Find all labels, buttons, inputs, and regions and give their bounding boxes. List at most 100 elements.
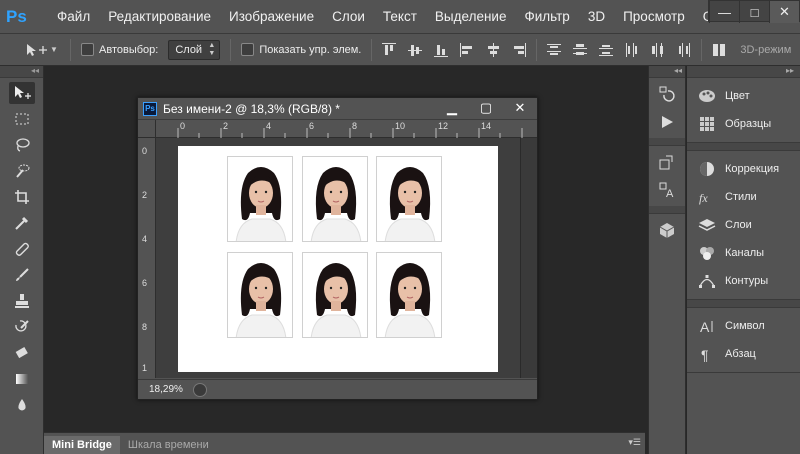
menu-type[interactable]: Текст [374,9,426,24]
menu-select[interactable]: Выделение [426,9,516,24]
distribute-left-icon[interactable] [625,42,639,57]
panel-menu-icon[interactable]: ▾☰ [628,437,641,448]
vertical-scrollbar[interactable] [520,138,537,378]
menu-filter[interactable]: Фильтр [515,9,578,24]
panel-layers[interactable]: Слои [687,211,800,239]
move-tool-preset[interactable]: ▼ [0,42,60,58]
menu-file[interactable]: Файл [48,9,99,24]
eraser-tool-button[interactable] [9,342,35,364]
collapse-dock-icon[interactable]: ▸▸ [687,66,800,78]
zoom-level[interactable]: 18,29% [149,384,183,395]
menu-layers[interactable]: Слои [323,9,374,24]
close-button[interactable]: ✕ [769,1,799,23]
align-hcenter-icon[interactable] [486,42,500,57]
maximize-icon: ▢ [479,100,493,115]
menu-3d[interactable]: 3D [579,9,614,24]
brush-tool-button[interactable] [9,264,35,286]
crop-tool-button[interactable] [9,186,35,208]
panel-styles-label: Стили [725,191,757,203]
ruler-label: 8 [142,322,148,332]
history-brush-icon [14,320,29,332]
maximize-button[interactable]: □ [739,1,769,23]
eyedropper-tool-button[interactable] [9,212,35,234]
vertical-ruler[interactable]: 0 2 4 6 8 1 [138,138,156,378]
document-window[interactable]: Ps Без имени-2 @ 18,3% (RGB/8) * ▁ ▢ ✕ 0… [137,97,538,400]
doc-minimize-button[interactable]: ▁ [435,98,469,118]
menu-image[interactable]: Изображение [220,9,323,24]
panel-character[interactable]: A Символ [687,312,800,340]
actions-panel-icon[interactable] [655,110,679,134]
align-vcenter-icon[interactable] [408,43,423,57]
history-icon [659,86,675,102]
expand-panels-icon[interactable]: ◂◂ [649,66,685,78]
3d-panel-icon[interactable] [655,218,679,242]
autoselect-select[interactable]: Слой ▲ ▼ [168,39,221,60]
ruler-label: 0 [142,146,148,156]
panel-paths[interactable]: Контуры [687,267,800,295]
clone-stamp-tool-button[interactable] [9,290,35,312]
auto-align-icon[interactable] [712,43,726,57]
character-styles-panel-icon[interactable]: A [655,178,679,202]
document-canvas[interactable] [178,146,498,372]
minimize-button[interactable]: — [709,1,739,23]
panel-collapse-icon[interactable]: ◂◂ [0,66,43,78]
panel-styles[interactable]: fx Стили [687,183,800,211]
ruler-corner[interactable] [138,120,156,138]
portrait-image [303,253,367,337]
status-info-icon[interactable] [192,382,207,397]
close-icon: ✕ [514,100,526,115]
show-transform-checkbox[interactable] [241,43,255,56]
menu-edit[interactable]: Редактирование [99,9,220,24]
panel-channels[interactable]: Каналы [687,239,800,267]
ruler-label: 4 [266,121,272,131]
doc-close-button[interactable]: ✕ [503,98,537,118]
panel-color[interactable]: Цвет [687,82,800,110]
tool-presets-panel-icon[interactable] [655,150,679,174]
menu-view[interactable]: Просмотр [614,9,694,24]
history-brush-tool-button[interactable] [9,316,35,338]
svg-text:A: A [700,319,710,334]
doc-maximize-button[interactable]: ▢ [469,98,503,118]
panel-group-type: A Символ ¶ Абзац [687,308,800,373]
distribute-hcenter-icon[interactable] [651,42,665,57]
move-tool-button[interactable] [8,82,35,104]
distribute-vcenter-icon[interactable] [573,43,588,57]
healing-brush-tool-button[interactable] [9,238,35,260]
mode-3d-label: 3D-режим [740,43,792,56]
ruler-label: 1 [142,363,148,373]
document-titlebar[interactable]: Ps Без имени-2 @ 18,3% (RGB/8) * ▁ ▢ ✕ [138,98,537,120]
horizontal-ruler[interactable]: 0 2 4 6 8 10 12 14 [156,120,537,138]
panel-channels-label: Каналы [725,247,765,259]
divider [536,38,538,61]
divider [649,206,685,214]
align-buttons [382,42,527,57]
quick-select-tool-button[interactable] [9,160,35,182]
move-tool-icon [14,86,31,99]
align-top-icon[interactable] [382,42,397,57]
panel-adjustments-label: Коррекция [725,163,780,175]
autoselect-checkbox[interactable] [81,43,94,56]
align-bottom-icon[interactable] [434,43,449,57]
history-panel-icon[interactable] [655,82,679,106]
gradient-tool-button[interactable] [9,368,35,390]
blur-tool-button[interactable] [9,394,35,416]
blur-drop-icon [17,399,26,411]
marquee-tool-button[interactable] [9,108,35,130]
distribute-bottom-icon[interactable] [599,43,614,57]
ruler-label: 6 [142,278,148,288]
canvas-area[interactable] [156,138,520,378]
align-left-icon[interactable] [460,42,474,57]
paragraph-icon: ¶ [697,344,717,364]
tab-mini-bridge[interactable]: Mini Bridge [44,436,120,454]
panel-paragraph[interactable]: ¶ Абзац [687,340,800,368]
passport-photo [227,156,293,242]
tab-timeline[interactable]: Шкала времени [120,436,217,454]
distribute-right-icon[interactable] [677,42,691,57]
ruler-label: 4 [142,234,148,244]
panel-adjustments[interactable]: Коррекция [687,155,800,183]
distribute-top-icon[interactable] [547,43,562,57]
lasso-tool-button[interactable] [9,134,35,156]
panel-swatches[interactable]: Образцы [687,110,800,138]
channels-icon [697,243,717,263]
align-right-icon[interactable] [512,42,527,57]
